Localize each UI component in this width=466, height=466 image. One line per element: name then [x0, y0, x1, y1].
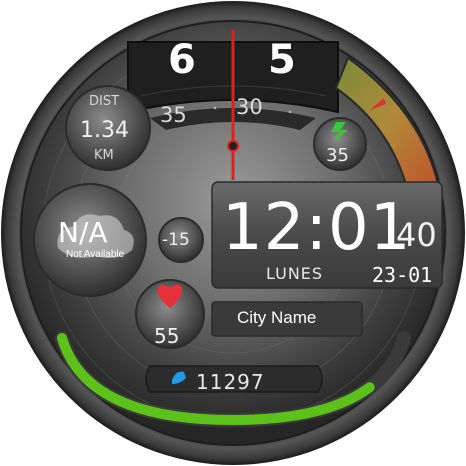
heart-rate-value: 55 [154, 324, 180, 348]
time-seconds: 40 [396, 216, 437, 254]
steps-value: 11297 [196, 370, 265, 394]
weather-condition-sub: Not Available [66, 249, 125, 260]
pointer-hub [227, 140, 239, 152]
temperature-value: -15 [162, 230, 190, 250]
hour-tick-left: 6 [168, 37, 196, 83]
weather-condition: N/A [58, 216, 108, 249]
distance-value: 1.34 [80, 118, 129, 143]
distance-label: DIST [89, 94, 120, 109]
hour-tick-right: 5 [268, 37, 296, 83]
distance-unit: KM [94, 148, 114, 163]
minute-tick-left: 35 [160, 103, 187, 127]
minute-tick-right: 30 [236, 95, 263, 119]
weekday: LUNES [266, 264, 324, 283]
city-name: City Name [237, 308, 317, 327]
date: 23-01 [372, 263, 433, 287]
time-hours-minutes: 12:01 [222, 191, 412, 265]
battery-value: 35 [326, 145, 349, 166]
